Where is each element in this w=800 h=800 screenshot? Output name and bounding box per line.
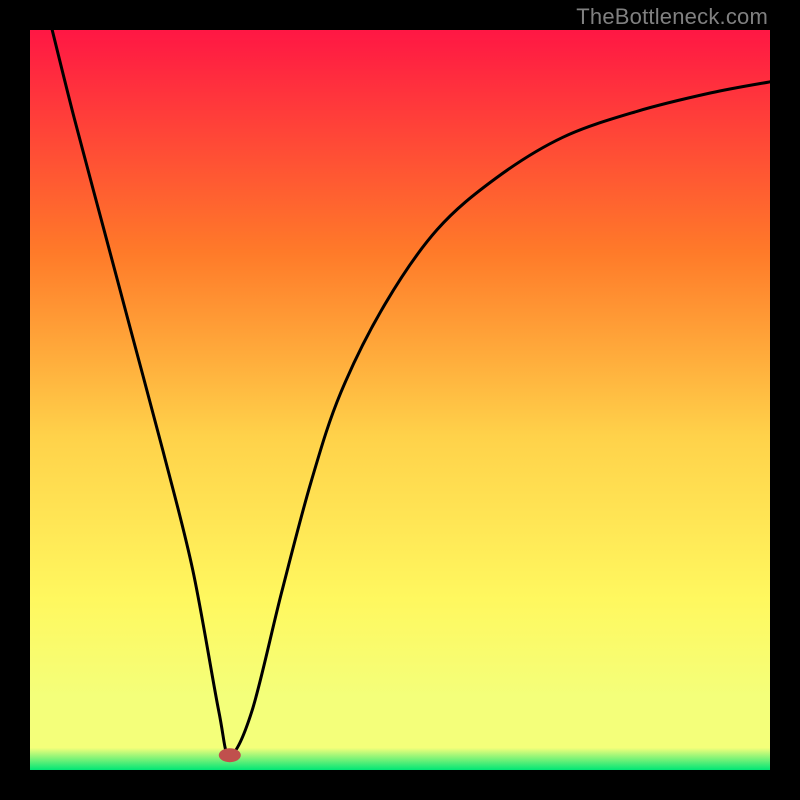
gradient-background bbox=[30, 30, 770, 770]
watermark-text: TheBottleneck.com bbox=[576, 4, 768, 30]
plot-area bbox=[30, 30, 770, 770]
chart-svg bbox=[30, 30, 770, 770]
minimum-marker bbox=[219, 748, 241, 762]
